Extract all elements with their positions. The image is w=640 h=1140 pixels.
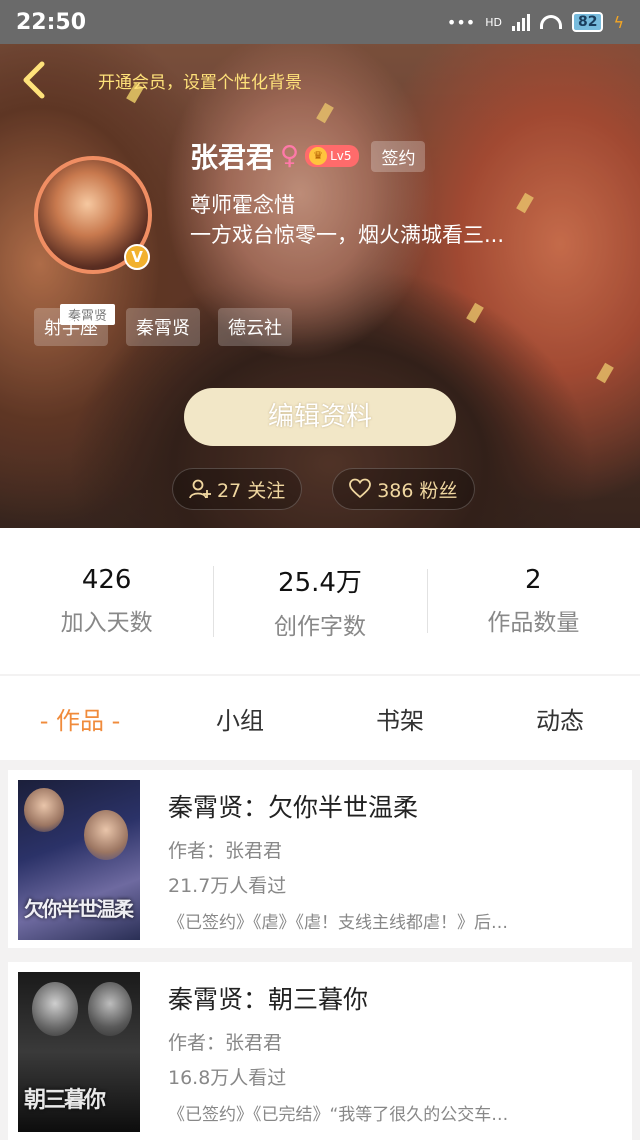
stat-value: 25.4万 <box>278 567 362 598</box>
tab-bookshelf[interactable]: 书架 <box>320 701 480 736</box>
verified-icon: V <box>124 244 150 270</box>
confetti-decoration <box>466 302 484 324</box>
cover-figure <box>84 810 128 860</box>
followers-count: 386 粉丝 <box>377 479 458 502</box>
cover-figure <box>32 982 78 1036</box>
bio-line-2: 一方戏台惊零一，烟火满城看三... <box>190 223 505 247</box>
more-dots-icon: ••• <box>446 12 476 32</box>
tag-item[interactable]: 射手座 <box>34 308 108 346</box>
work-title: 秦霄贤：朝三暮你 <box>168 985 369 1014</box>
book-cover: 朝三暮你 <box>18 972 140 1132</box>
tag-item[interactable]: 德云社 <box>218 308 292 346</box>
followers-button[interactable]: 386 粉丝 <box>332 468 475 510</box>
level-text: Lv5 <box>330 149 352 163</box>
avatar[interactable]: V 秦霄贤 <box>34 156 152 325</box>
work-info: 秦霄贤：朝三暮你 作者：张君君 16.8万人看过 《已签约》《已完结》“我等了很… <box>168 980 608 1125</box>
stat-label: 作品数量 <box>487 610 580 636</box>
wifi-icon <box>539 15 562 29</box>
work-author: 作者：张君君 <box>168 840 283 862</box>
following-count: 27 关注 <box>217 479 286 502</box>
cover-title: 朝三暮你 <box>24 1088 106 1113</box>
female-icon: ♀ <box>280 141 300 171</box>
bio: 尊师霍念惜 一方戏台惊零一，烟火满城看三... <box>190 190 550 250</box>
chevron-left-icon <box>23 61 45 99</box>
cover-figure <box>24 788 64 832</box>
stats-panel: 426 加入天数 25.4万 创作字数 2 作品数量 <box>0 528 640 674</box>
work-views: 21.7万人看过 <box>168 875 287 897</box>
status-bar: 22:50 ••• HD 82 ϟ <box>0 0 640 44</box>
tag-item[interactable]: 秦霄贤 <box>126 308 200 346</box>
charging-icon: ϟ <box>613 12 624 32</box>
level-badge[interactable]: ♛ Lv5 <box>305 145 360 167</box>
user-name: 张君君 <box>190 141 275 174</box>
confetti-decoration <box>316 102 334 124</box>
heart-icon <box>349 478 372 499</box>
work-description: 《已签约》《已完结》“我等了很久的公交车… <box>168 1105 509 1125</box>
list-item[interactable]: 欠你半世温柔 秦霄贤：欠你半世温柔 作者：张君君 21.7万人看过 《已签约》《… <box>8 770 632 948</box>
stat-value: 2 <box>525 565 542 595</box>
status-icons: ••• HD 82 ϟ <box>447 12 624 32</box>
vip-background-link[interactable]: 开通会员，设置个性化背景 <box>98 68 302 93</box>
following-button[interactable]: 27 关注 <box>172 468 303 510</box>
stat-label: 加入天数 <box>60 610 153 636</box>
work-description: 《已签约》《虐》《虐！支线主线都虐！》后… <box>168 913 508 933</box>
profile-header: 开通会员，设置个性化背景 V 秦霄贤 张君君 ♀ ♛ Lv5 签约 尊师霍念惜 … <box>0 44 640 528</box>
add-user-icon <box>189 479 211 499</box>
back-button[interactable] <box>18 60 52 99</box>
tab-groups[interactable]: 小组 <box>160 701 320 736</box>
battery-icon: 82 <box>571 12 604 32</box>
work-views: 16.8万人看过 <box>168 1067 287 1089</box>
work-info: 秦霄贤：欠你半世温柔 作者：张君君 21.7万人看过 《已签约》《虐》《虐！支线… <box>168 788 608 933</box>
stat-words: 25.4万 创作字数 <box>213 562 426 641</box>
stat-days: 426 加入天数 <box>0 565 213 637</box>
profile-tabs: - 作品 - 小组 书架 动态 <box>0 676 640 760</box>
stat-value: 426 <box>81 565 132 595</box>
cover-title: 欠你半世温柔 <box>24 897 134 921</box>
tab-activity[interactable]: 动态 <box>480 701 640 736</box>
edit-profile-button[interactable]: 编辑资料 <box>184 388 456 446</box>
confetti-decoration <box>596 362 614 384</box>
cover-figure <box>88 982 132 1036</box>
stat-label: 创作字数 <box>273 613 366 640</box>
list-item[interactable]: 朝三暮你 秦霄贤：朝三暮你 作者：张君君 16.8万人看过 《已签约》《已完结》… <box>8 962 632 1140</box>
stat-works: 2 作品数量 <box>426 565 640 637</box>
bio-line-1: 尊师霍念惜 <box>190 193 295 217</box>
crown-icon: ♛ <box>309 147 328 165</box>
follow-row: 27 关注 386 粉丝 <box>172 468 475 510</box>
tab-works[interactable]: - 作品 - <box>0 701 160 736</box>
name-row: 张君君 ♀ ♛ Lv5 签约 <box>190 136 426 176</box>
signal-icon <box>511 13 530 31</box>
work-author: 作者：张君君 <box>168 1032 283 1054</box>
signed-badge: 签约 <box>371 140 426 172</box>
hd-label: HD <box>485 15 502 29</box>
book-cover: 欠你半世温柔 <box>18 780 140 940</box>
tag-list: 射手座 秦霄贤 德云社 <box>34 308 292 346</box>
status-time: 22:50 <box>16 9 87 35</box>
work-title: 秦霄贤：欠你半世温柔 <box>168 793 419 822</box>
